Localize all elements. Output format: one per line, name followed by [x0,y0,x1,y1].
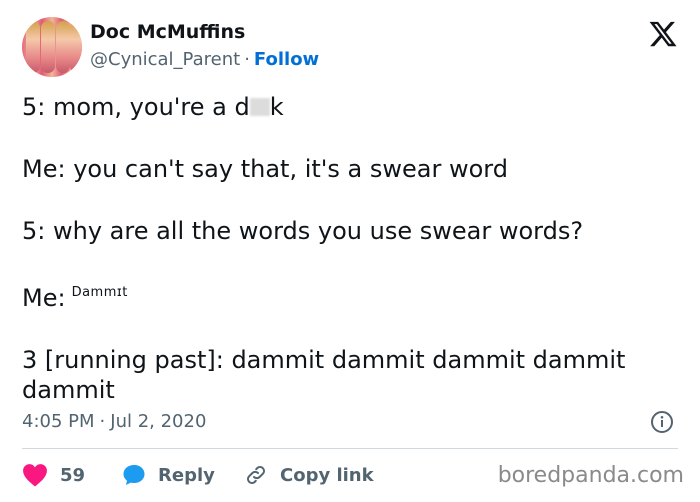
display-name[interactable]: Doc McMuffins [90,21,245,43]
tweet-line: Me: Dammɪt [22,278,682,313]
tweet-timestamp[interactable]: 4:05 PM · Jul 2, 2020 [22,411,206,432]
link-icon [247,466,265,484]
avatar[interactable] [22,17,82,77]
tweet-text: 5: mom, you're a d k Me: you can't say th… [22,92,682,405]
small-text: Dammɪt [71,285,128,300]
divider [22,448,678,449]
tweet-line-text: k [269,93,284,121]
copy-link-button[interactable]: Copy link [244,460,374,490]
copy-link-label: Copy link [280,464,374,486]
tweet-date[interactable]: Jul 2, 2020 [110,411,206,432]
separator-dot: · [244,49,250,70]
censor-blur [249,98,270,116]
user-handle[interactable]: @Cynical_Parent [90,49,240,70]
tweet-line-text: Me: [22,284,66,312]
separator-dot: · [99,411,106,432]
tweet-line: 5: why are all the words you use swear w… [22,217,584,245]
tweet-time[interactable]: 4:05 PM [22,411,95,432]
tweet-line: 3 [running past]: dammit dammit dammit d… [22,346,626,404]
handle-row: @Cynical_Parent · Follow [90,49,319,70]
tweet-line: 5: mom, you're a d k [22,92,682,122]
tweet-line-text: 5: mom, you're a d [22,93,250,121]
tweet-header: Doc McMuffins @Cynical_Parent · Follow [20,17,680,79]
tweet-line: Me: you can't say that, it's a swear wor… [22,155,508,183]
follow-button[interactable]: Follow [254,49,319,70]
info-icon[interactable] [650,410,674,434]
like-count: 59 [60,464,86,486]
watermark: boredpanda.com [497,463,684,488]
reply-button[interactable]: Reply [122,460,215,490]
heart-icon [23,464,47,487]
x-logo-icon[interactable] [648,19,678,49]
reply-label: Reply [158,464,215,486]
like-button[interactable]: 59 [22,460,85,490]
speech-bubble-icon [123,465,145,485]
